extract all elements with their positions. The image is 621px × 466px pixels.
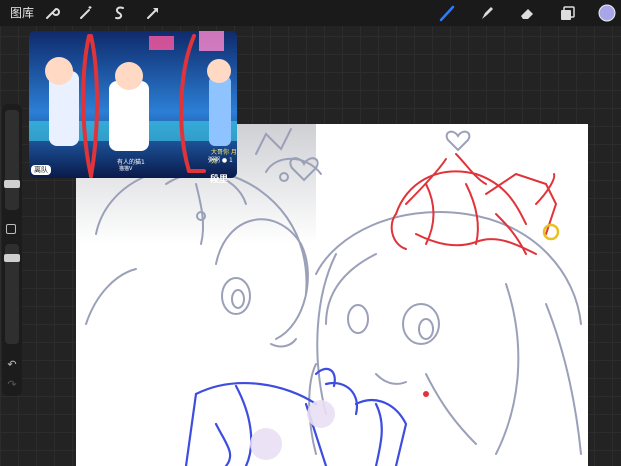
player-sub-label: 猫猫V [119, 166, 133, 172]
opacity-thumb[interactable] [4, 254, 20, 262]
top-toolbar: 图库 [0, 0, 621, 26]
magic-wand-icon[interactable] [76, 3, 96, 23]
brush-icon[interactable] [437, 3, 457, 23]
opacity-slider[interactable] [4, 244, 20, 344]
modify-square-icon[interactable] [6, 224, 16, 234]
right-player-sub-label: 粥粥 ● 1 [208, 157, 233, 164]
left-sidebar: ↶ ↷ [2, 104, 22, 396]
gallery-button[interactable]: 图库 [10, 4, 34, 21]
layers-icon[interactable] [557, 3, 577, 23]
reference-image-window[interactable]: 离队 有人的猫1 猫猫V 大哥你 月亮 粥粥 ● 1 [29, 31, 237, 178]
brush-size-thumb[interactable] [4, 180, 20, 188]
eraser-icon[interactable] [517, 3, 537, 23]
brush-size-slider[interactable] [4, 110, 20, 210]
reference-screenshot [29, 31, 237, 178]
color-swatch[interactable] [597, 3, 617, 23]
leave-team-caption: 离队 [31, 165, 51, 175]
transform-icon[interactable] [143, 3, 163, 23]
selection-icon[interactable] [110, 3, 130, 23]
redo-icon[interactable]: ↷ [5, 378, 19, 392]
undo-icon[interactable]: ↶ [5, 358, 19, 372]
smudge-icon[interactable] [477, 3, 497, 23]
wrench-icon[interactable] [42, 3, 62, 23]
reference-overlay-text: 段里 [210, 175, 229, 185]
